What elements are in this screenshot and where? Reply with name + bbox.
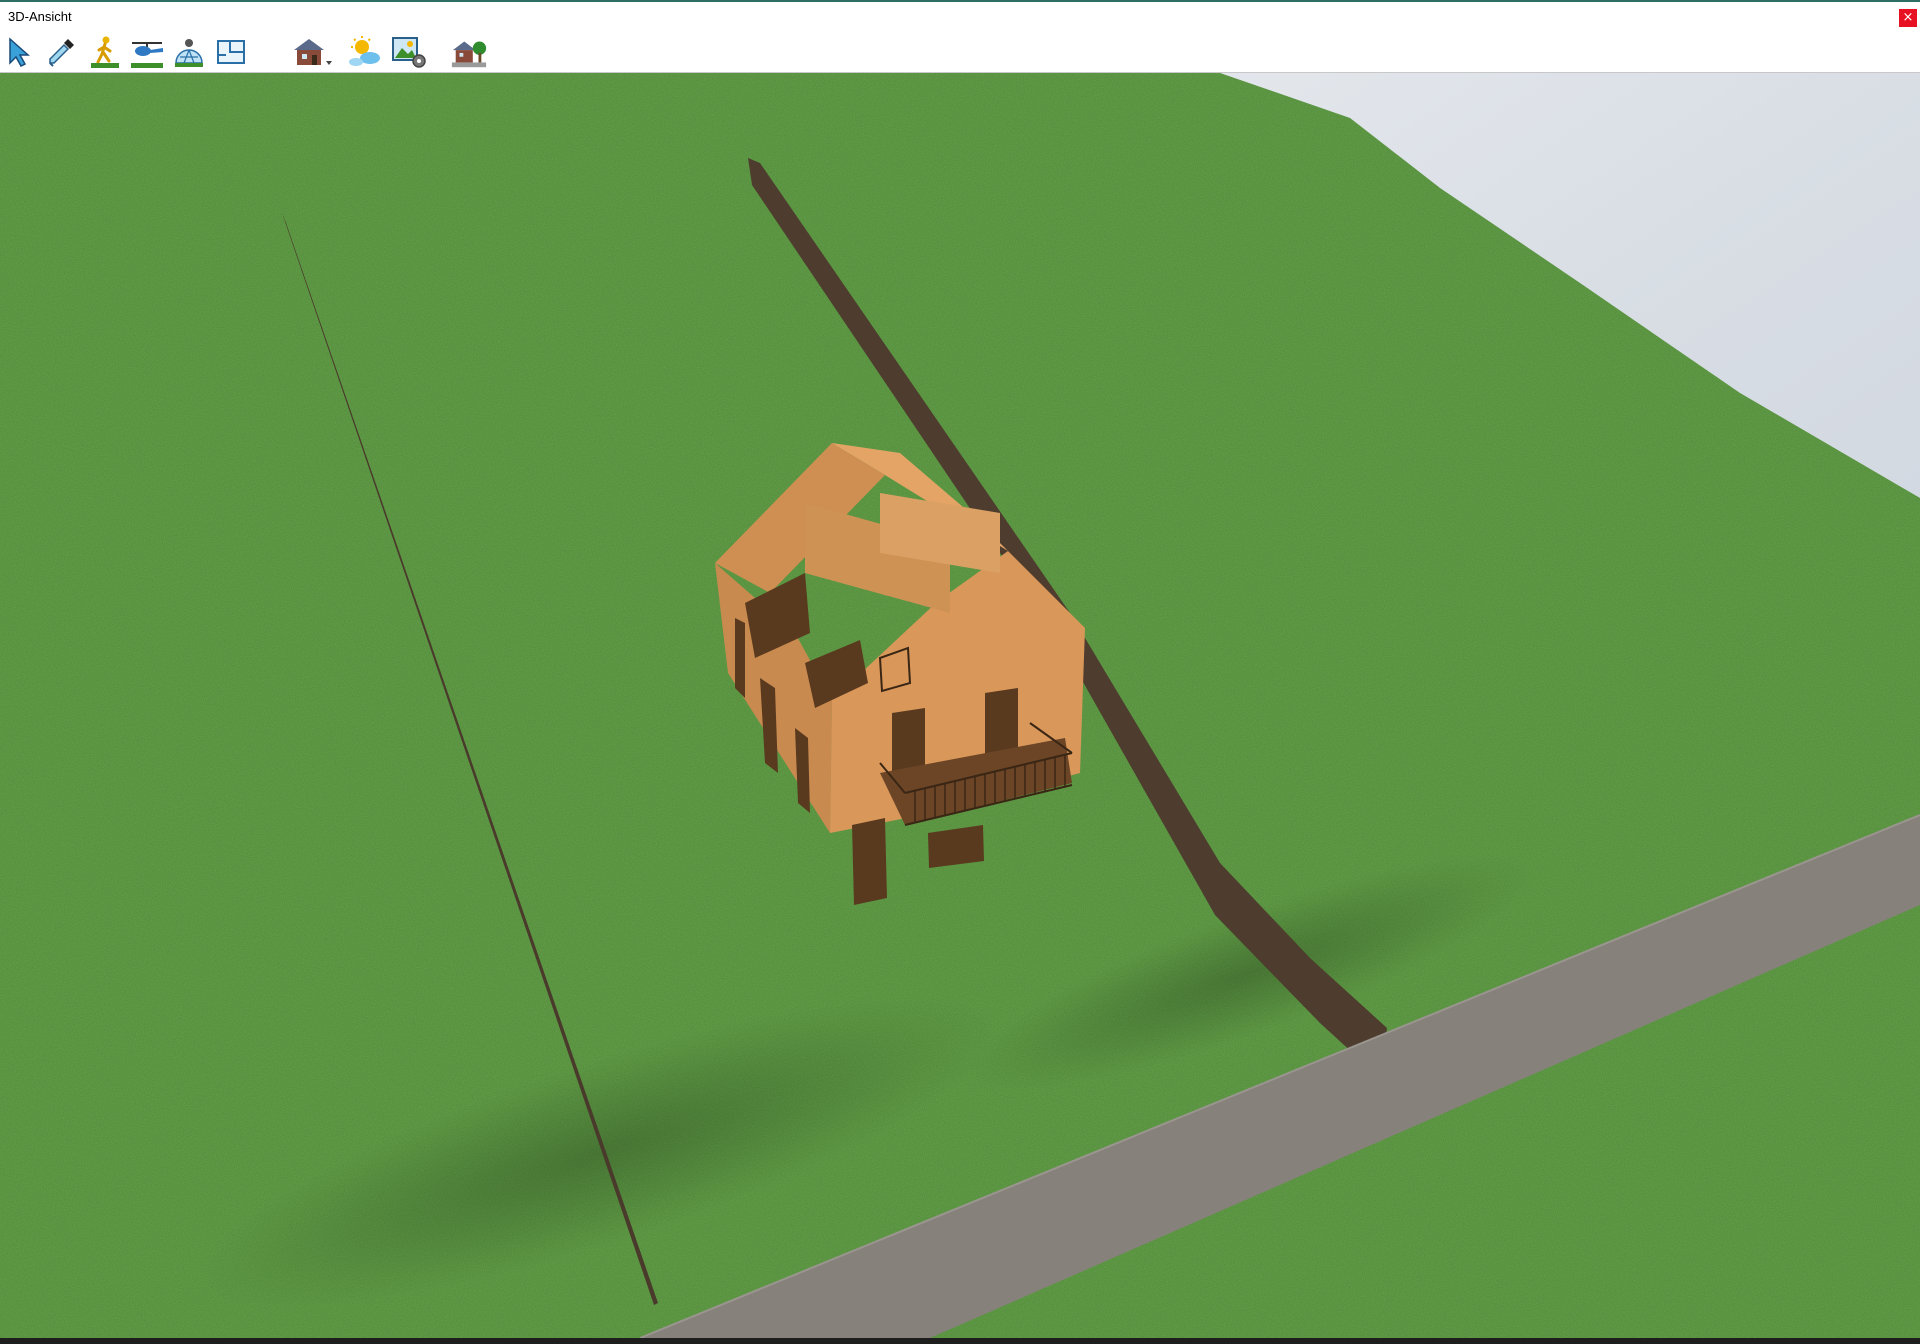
walking-person-icon xyxy=(91,36,119,68)
building-view-button[interactable] xyxy=(288,33,336,71)
house-icon xyxy=(294,39,332,65)
eyedropper-icon xyxy=(49,39,74,67)
orbit-mode-button[interactable] xyxy=(170,33,208,71)
helicopter-mode-button[interactable] xyxy=(128,33,166,71)
window-bottom-border xyxy=(0,1338,1920,1344)
window-title: 3D-Ansicht xyxy=(8,9,72,24)
house-tree-icon xyxy=(451,41,487,68)
walk-mode-button[interactable] xyxy=(86,33,124,71)
render-settings-button[interactable] xyxy=(390,33,428,71)
select-tool-button[interactable] xyxy=(2,33,40,71)
front-window xyxy=(852,818,887,905)
close-button[interactable]: × xyxy=(1899,9,1917,27)
eyedropper-tool-button[interactable] xyxy=(42,33,80,71)
3d-scene[interactable] xyxy=(0,73,1920,1338)
floor-plan-view-button[interactable] xyxy=(212,33,250,71)
orbit-dome-icon xyxy=(175,39,203,67)
3d-viewport[interactable] xyxy=(0,73,1920,1338)
select-arrow-icon xyxy=(9,37,30,67)
helicopter-icon xyxy=(131,42,163,68)
picture-gear-icon xyxy=(392,37,426,68)
window-titlebar: 3D-Ansicht × xyxy=(0,0,1920,31)
floor-plan-icon xyxy=(217,40,245,64)
landscape-button[interactable] xyxy=(450,33,488,71)
toolbar xyxy=(0,31,1920,73)
sun-clouds-icon xyxy=(349,36,380,66)
side-window xyxy=(735,618,745,698)
environment-weather-button[interactable] xyxy=(346,33,384,71)
